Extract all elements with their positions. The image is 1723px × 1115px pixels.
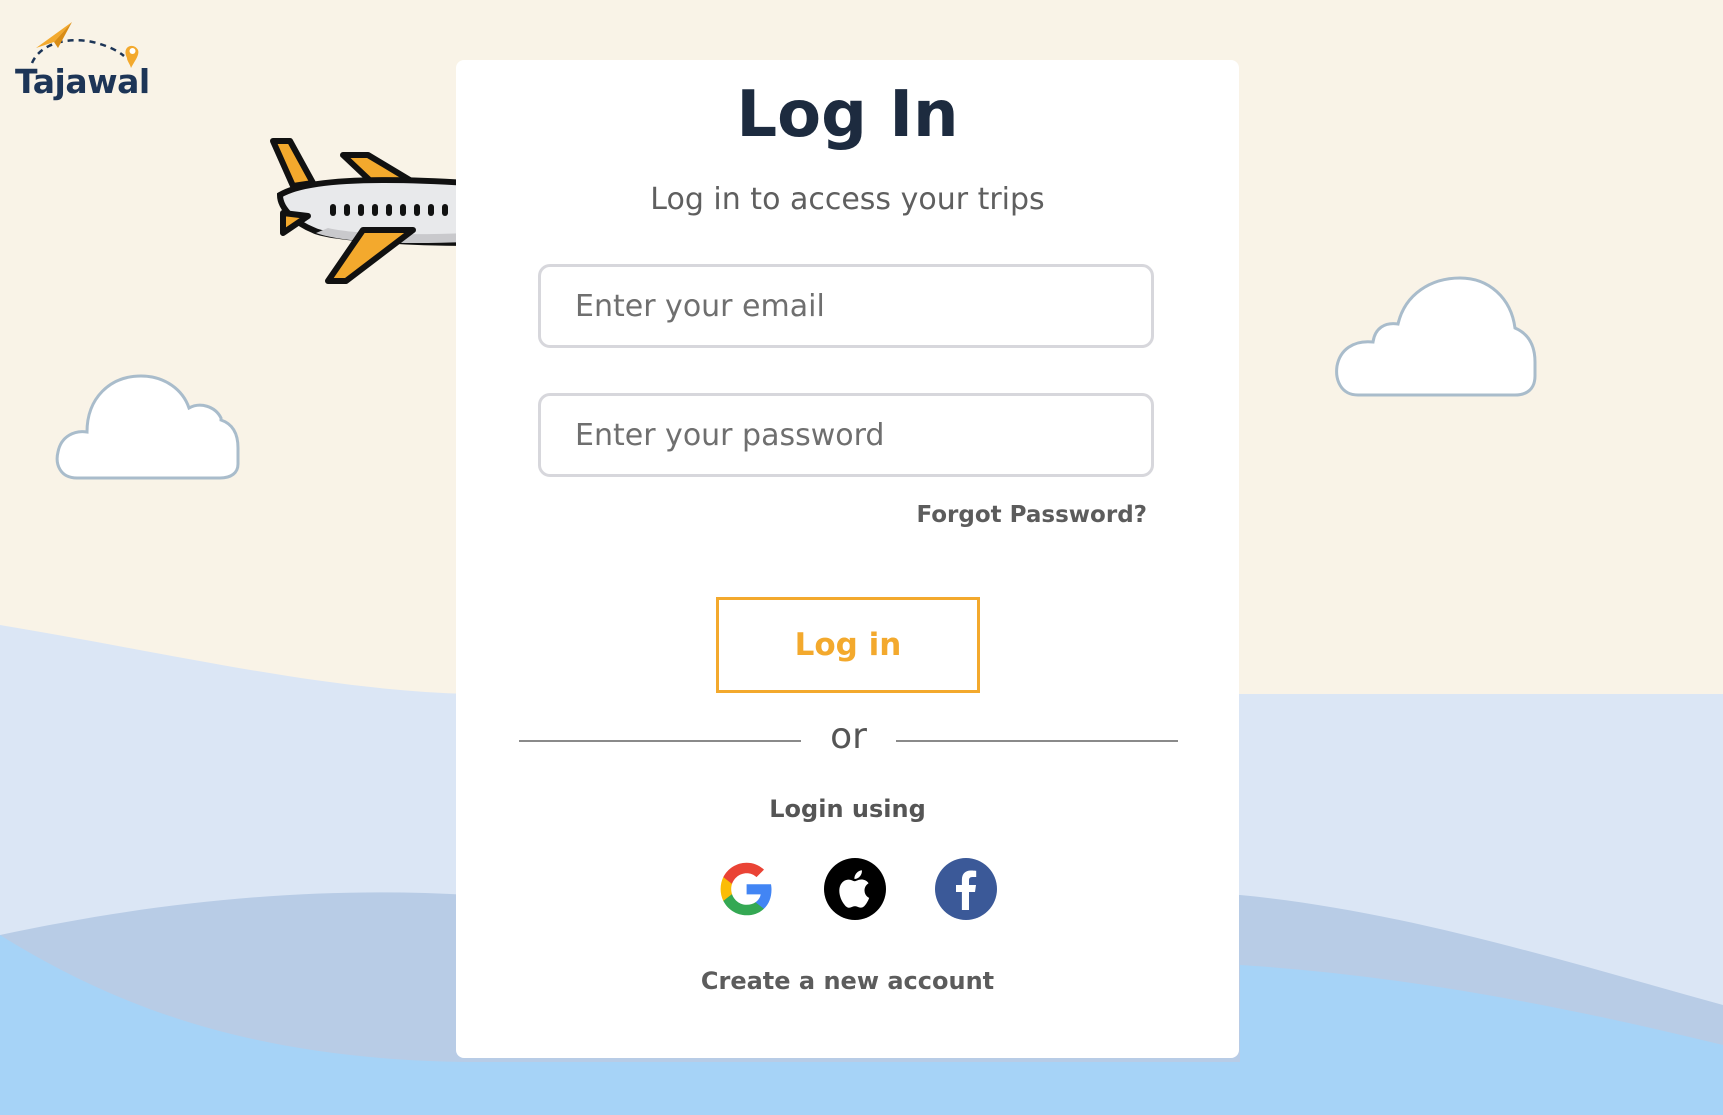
cloud-icon	[1335, 276, 1537, 397]
forgot-password-link[interactable]: Forgot Password?	[916, 502, 1147, 528]
airplane-icon	[270, 138, 468, 284]
cloud-icon	[55, 374, 240, 480]
brand-name: Tajawal	[15, 62, 150, 101]
password-field[interactable]	[538, 393, 1154, 477]
google-icon[interactable]	[714, 857, 778, 921]
facebook-icon[interactable]	[934, 857, 998, 921]
login-card: Log In Log in to access your trips Forgo…	[456, 60, 1239, 1058]
page-subtitle: Log in to access your trips	[650, 182, 1045, 217]
email-field[interactable]	[538, 264, 1154, 348]
create-account-link[interactable]: Create a new account	[456, 967, 1239, 995]
social-login-prompt: Login using	[769, 795, 926, 823]
apple-icon[interactable]	[823, 857, 887, 921]
page-title: Log In	[736, 78, 959, 152]
login-button[interactable]: Log in	[716, 597, 980, 693]
divider-line	[519, 740, 801, 742]
divider-text: or	[830, 716, 867, 757]
divider-line	[896, 740, 1178, 742]
